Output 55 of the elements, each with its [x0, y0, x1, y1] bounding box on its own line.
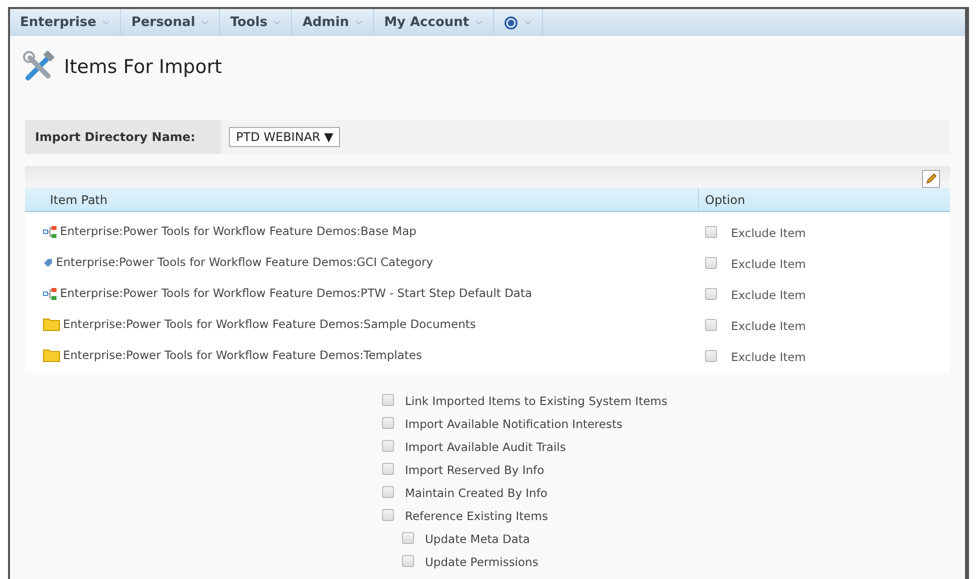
folder-icon	[43, 318, 60, 331]
checkbox-label: Exclude Item	[731, 348, 806, 366]
checkbox-label: Maintain Created By Info	[405, 485, 548, 502]
chevron-icon	[273, 20, 282, 25]
checkbox[interactable]	[402, 555, 414, 567]
checkbox-label: Update Permissions	[425, 554, 538, 572]
workflow-icon	[43, 288, 57, 300]
menu-item[interactable]: Tools	[220, 9, 292, 36]
checkbox[interactable]	[705, 288, 717, 300]
checkbox-label: Exclude Item	[731, 224, 806, 242]
chevron-icon	[102, 20, 110, 25]
folder-icon	[43, 349, 60, 362]
workflow-icon	[43, 226, 57, 238]
checkbox-label: Reference Existing Items	[405, 508, 548, 526]
pencil-icon	[925, 173, 937, 185]
tag-icon	[43, 258, 53, 268]
menu-item[interactable]: Admin	[292, 9, 374, 36]
checkbox-label: Import Available Notification Interests	[405, 416, 622, 434]
item-path: Enterprise:Power Tools for Workflow Feature Demos:PTW - Start Step Default Data	[60, 284, 532, 302]
checkbox[interactable]	[402, 532, 414, 544]
checkbox[interactable]	[382, 486, 394, 498]
checkbox[interactable]	[705, 318, 717, 330]
checkbox[interactable]	[705, 350, 717, 362]
directory-dropdown[interactable]: PTD WEBINAR ▼	[229, 127, 340, 147]
checkbox[interactable]	[705, 226, 717, 238]
chevron-icon	[524, 20, 532, 25]
column-header: Item Path	[25, 188, 699, 211]
checkbox-label: Import Reserved By Info	[405, 462, 544, 480]
chevron-icon	[475, 20, 484, 25]
column-header: Option	[704, 192, 746, 208]
menu-item[interactable]: My Account	[374, 9, 494, 36]
item-path: Enterprise:Power Tools for Workflow Feature Demos:Base Map	[60, 222, 416, 240]
checkbox[interactable]	[382, 417, 394, 429]
checkbox-label: Import Available Audit Trails	[405, 439, 566, 456]
item-path: Enterprise:Power Tools for Workflow Feature Demos:Sample Documents	[63, 316, 476, 333]
checkbox-label: Exclude Item	[731, 256, 806, 273]
checkbox-label: Update Meta Data	[425, 531, 530, 548]
checkbox[interactable]	[382, 509, 394, 521]
checkbox[interactable]	[382, 463, 394, 475]
checkbox-label: Link Imported Items to Existing System Items	[405, 393, 668, 410]
checkbox[interactable]	[705, 256, 717, 268]
checkbox[interactable]	[382, 394, 394, 406]
checkbox-label: Exclude Item	[731, 318, 806, 335]
item-path: Enterprise:Power Tools for Workflow Feature Demos:Templates	[63, 346, 422, 364]
checkbox-label: Exclude Item	[731, 286, 806, 304]
menu-item[interactable]: Personal	[121, 9, 220, 36]
edit-button[interactable]	[922, 170, 940, 188]
page-title: Items For Import	[64, 54, 222, 80]
item-path: Enterprise:Power Tools for Workflow Feature Demos:GCI Category	[56, 254, 434, 271]
chevron-icon	[355, 20, 364, 25]
help-icon	[504, 16, 518, 30]
chevron-icon	[201, 20, 210, 25]
menu-item[interactable]: Enterprise	[10, 9, 122, 36]
checkbox[interactable]	[382, 440, 394, 452]
field-label: Import Directory Name:	[25, 120, 221, 154]
